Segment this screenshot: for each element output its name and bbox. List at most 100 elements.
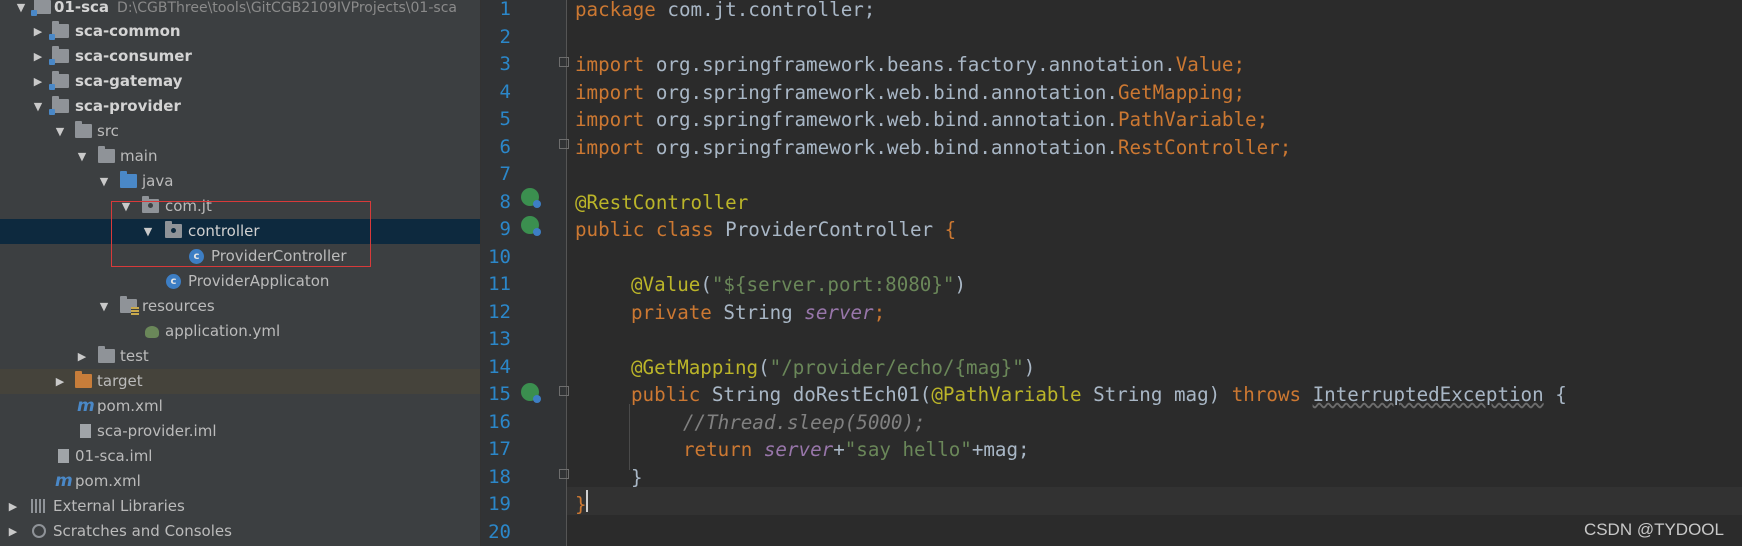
tree-row-sca-common[interactable]: ▶ sca-common: [0, 19, 480, 44]
line-number: 11: [488, 273, 511, 295]
fold-marker-icon[interactable]: [559, 386, 569, 396]
line-number: 19: [488, 493, 511, 515]
spring-bean-gutter-icon[interactable]: [521, 216, 541, 236]
tree-item-label: test: [120, 347, 149, 365]
tree-row-resources[interactable]: ▼ resources: [0, 294, 480, 319]
tree-item-label: External Libraries: [53, 497, 185, 515]
code-line: }: [575, 493, 587, 516]
maven-file-icon: m: [55, 471, 73, 491]
tree-row-provider-application[interactable]: c ProviderApplicaton: [0, 269, 480, 294]
chevron-right-icon[interactable]: ▶: [32, 44, 44, 69]
chevron-down-icon[interactable]: ▼: [98, 294, 110, 319]
tree-item-label: sca-gatemay: [75, 72, 183, 90]
line-number: 16: [488, 410, 511, 433]
tree-row-java[interactable]: ▼ java: [0, 169, 480, 194]
tree-row-target[interactable]: ▶ target: [0, 369, 480, 394]
source-folder-icon: [120, 171, 137, 188]
tree-item-label: target: [97, 372, 143, 390]
code-line: return server+"say hello"+mag;: [683, 438, 1030, 461]
scratches-icon: [32, 524, 46, 538]
text-cursor: [586, 490, 588, 512]
tree-row-root[interactable]: ▼ 01-sca D:\CGBThree\tools\GitCGB2109IVPr…: [0, 0, 480, 20]
gutter-separator: [566, 0, 567, 546]
code-line: private String server;: [631, 300, 886, 324]
chevron-right-icon[interactable]: ▶: [32, 69, 44, 94]
folder-icon: [75, 121, 92, 138]
tree-row-sca-gatemay[interactable]: ▶ sca-gatemay: [0, 69, 480, 94]
tree-root-path: D:\CGBThree\tools\GitCGB2109IVProjects\0…: [117, 0, 457, 16]
tree-item-label: main: [120, 147, 158, 165]
tree-item-label: ProviderApplicaton: [188, 272, 330, 290]
chevron-right-icon[interactable]: ▶: [76, 344, 88, 369]
tree-item-label: sca-consumer: [75, 47, 192, 65]
code-line: package com.jt.controller;: [575, 0, 876, 21]
chevron-right-icon[interactable]: ▶: [7, 494, 19, 519]
request-mapping-gutter-icon[interactable]: [521, 383, 541, 403]
tree-row-sca-provider-iml[interactable]: sca-provider.iml: [0, 419, 480, 444]
module-folder-icon: [49, 96, 69, 115]
tree-row-scratches[interactable]: ▶ Scratches and Consoles: [0, 519, 480, 544]
tree-row-src[interactable]: ▼ src: [0, 119, 480, 144]
tree-item-label: application.yml: [165, 322, 281, 340]
line-number: 3: [499, 53, 511, 75]
tree-item-label: pom.xml: [75, 472, 141, 490]
chevron-down-icon[interactable]: ▼: [15, 0, 27, 20]
tree-item-label: sca-provider: [75, 97, 181, 115]
watermark: CSDN @TYDOOL: [1583, 520, 1724, 539]
code-line: //Thread.sleep(5000);: [683, 410, 926, 434]
line-number: 6: [499, 135, 511, 158]
tree-item-label: sca-provider.iml: [97, 422, 217, 440]
code-line: public class ProviderController {: [575, 218, 957, 241]
tree-item-label: java: [142, 172, 174, 190]
code-line: import org.springframework.beans.factory…: [575, 53, 1246, 76]
fold-marker-icon[interactable]: [559, 469, 569, 479]
chevron-down-icon[interactable]: ▼: [32, 94, 44, 119]
chevron-right-icon[interactable]: ▶: [32, 19, 44, 44]
line-number: 7: [499, 163, 511, 185]
highlight-annotation-box: [111, 201, 371, 267]
line-number: 20: [488, 520, 511, 543]
code-line: import org.springframework.web.bind.anno…: [575, 135, 1292, 159]
tree-row-01-sca-iml[interactable]: 01-sca.iml: [0, 444, 480, 469]
tree-row-main[interactable]: ▼ main: [0, 144, 480, 169]
code-line: @Value("${server.port:8080}"): [631, 273, 967, 296]
chevron-right-icon[interactable]: ▶: [7, 519, 19, 544]
yaml-file-icon: [145, 326, 159, 338]
chevron-down-icon[interactable]: ▼: [76, 144, 88, 169]
maven-file-icon: m: [77, 396, 95, 416]
tree-row-root-pom-xml[interactable]: m pom.xml: [0, 469, 480, 494]
fold-marker-icon[interactable]: [559, 57, 569, 67]
line-number: 4: [499, 80, 511, 103]
chevron-right-icon[interactable]: ▶: [54, 369, 66, 394]
line-number: 8: [499, 190, 511, 213]
spring-boot-class-icon: c: [166, 274, 181, 289]
tree-item-label: 01-sca.iml: [75, 447, 153, 465]
tree-item-label: pom.xml: [97, 397, 163, 415]
module-folder-icon: [49, 46, 69, 65]
line-number: 1: [499, 0, 511, 20]
line-number: 17: [488, 438, 511, 460]
tree-row-sca-consumer[interactable]: ▶ sca-consumer: [0, 44, 480, 69]
indent-guide: [629, 404, 630, 470]
line-number: 2: [499, 25, 511, 48]
line-number: 14: [488, 355, 511, 378]
fold-marker-icon[interactable]: [559, 139, 569, 149]
tree-row-application-yml[interactable]: application.yml: [0, 319, 480, 344]
code-line: public String doRestEch01(@PathVariable …: [631, 383, 1567, 406]
module-folder-icon: [31, 0, 51, 16]
module-folder-icon: [49, 21, 69, 40]
chevron-down-icon[interactable]: ▼: [54, 119, 66, 144]
tree-item-label: src: [97, 122, 119, 140]
tree-row-test[interactable]: ▶ test: [0, 344, 480, 369]
project-tree-panel: ▼ 01-sca D:\CGBThree\tools\GitCGB2109IVPr…: [0, 0, 480, 546]
line-number: 13: [488, 328, 511, 350]
chevron-down-icon[interactable]: ▼: [98, 169, 110, 194]
spring-bean-gutter-icon[interactable]: [521, 188, 541, 208]
line-number: 12: [488, 300, 511, 323]
tree-item-label: resources: [142, 297, 215, 315]
tree-item-label: Scratches and Consoles: [53, 522, 232, 540]
tree-row-pom-xml[interactable]: m pom.xml: [0, 394, 480, 419]
tree-row-sca-provider[interactable]: ▼ sca-provider: [0, 94, 480, 119]
tree-row-external-libraries[interactable]: ▶ External Libraries: [0, 494, 480, 519]
code-line: }: [631, 465, 643, 489]
